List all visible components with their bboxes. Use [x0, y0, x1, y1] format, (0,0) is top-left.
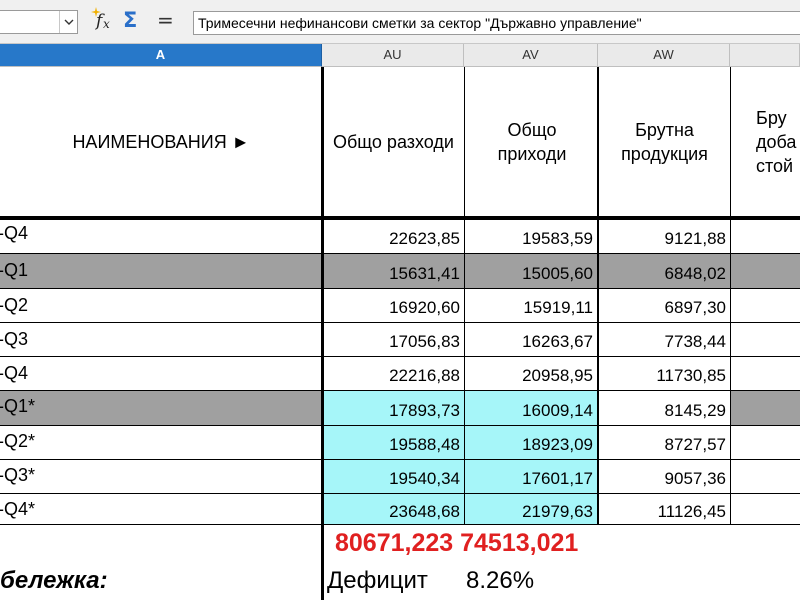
header-output-cell[interactable]: Брутна продукция	[599, 67, 730, 217]
header-revenue-cell[interactable]: Общо приходи	[466, 67, 598, 217]
row-label[interactable]: 3-Q3	[0, 323, 288, 355]
header-value-added-line1: Бру	[756, 108, 787, 128]
table-row[interactable]: 2-Q422623,8519583,599121,88	[0, 220, 800, 254]
row-label[interactable]: 3-Q1	[0, 254, 288, 287]
column-divider	[321, 67, 324, 600]
row-label[interactable]: 4-Q4*	[0, 494, 288, 524]
column-divider	[730, 67, 731, 525]
table-row[interactable]: 4-Q3*19540,3417601,179057,36	[0, 460, 800, 494]
table-row[interactable]: 3-Q115631,4115005,606848,02	[0, 254, 800, 289]
column-header-au[interactable]: AU	[322, 44, 464, 67]
column-header-aw[interactable]: AW	[598, 44, 730, 67]
column-header-av[interactable]: AV	[464, 44, 598, 67]
deficit-label[interactable]: Дефицит	[327, 567, 428, 595]
header-names-label: НАИМЕНОВАНИЯ ►	[72, 132, 250, 152]
totals-value[interactable]: 80671,223 74513,021	[335, 529, 578, 558]
header-expenditure-cell[interactable]: Общо разходи	[323, 67, 464, 217]
row-label[interactable]: 2-Q4	[0, 220, 288, 246]
function-wizard-icon[interactable]: fx	[91, 7, 114, 33]
formula-input[interactable]: Тримесечни нефинансови сметки за сектор …	[193, 11, 800, 35]
header-revenue-line1: Общо	[507, 120, 557, 140]
table-row[interactable]: 4-Q1*17893,7316009,148145,29	[0, 391, 800, 426]
header-names-cell[interactable]: НАИМЕНОВАНИЯ ►	[0, 67, 322, 217]
row-label[interactable]: 4-Q3*	[0, 460, 288, 490]
deficit-value[interactable]: 8.26%	[466, 567, 534, 595]
formula-bar: fx Σ = Тримесечни нефинансови сметки за …	[0, 0, 800, 44]
header-output-line2: продукция	[621, 144, 708, 164]
table-row[interactable]: 4-Q2*19588,4818923,098727,57	[0, 426, 800, 460]
spreadsheet-grid: НАИМЕНОВАНИЯ ► Общо разходи Общо приходи…	[0, 67, 800, 600]
header-value-added-line3: стой	[756, 156, 794, 176]
row-border	[0, 524, 800, 525]
row-highlight	[731, 391, 800, 426]
table-row[interactable]: 3-Q317056,8316263,677738,44	[0, 323, 800, 357]
formula-equals-icon[interactable]: =	[157, 8, 175, 34]
column-divider	[464, 67, 465, 525]
column-divider	[597, 67, 599, 525]
header-value-added-line2: доба	[756, 132, 797, 152]
name-box[interactable]	[0, 10, 78, 34]
column-header-ax[interactable]	[730, 44, 800, 67]
sum-icon[interactable]: Σ	[123, 8, 143, 34]
table-row[interactable]: 4-Q4*23648,6821979,6311126,45	[0, 494, 800, 525]
row-label[interactable]: 4-Q1*	[0, 391, 288, 421]
header-expenditure-label: Общо разходи	[333, 132, 454, 152]
note-label[interactable]: бележка:	[0, 567, 108, 595]
table-row[interactable]: 3-Q216920,6015919,116897,30	[0, 289, 800, 323]
header-output-line1: Брутна	[635, 120, 694, 140]
chevron-down-icon[interactable]	[59, 11, 77, 33]
row-label[interactable]: 3-Q4	[0, 357, 288, 389]
column-header-a[interactable]: A	[0, 44, 322, 67]
row-label[interactable]: 4-Q2*	[0, 426, 288, 456]
table-row[interactable]: 3-Q422216,8820958,9511730,85	[0, 357, 800, 391]
header-revenue-line2: приходи	[497, 144, 567, 164]
row-label[interactable]: 3-Q2	[0, 289, 288, 321]
header-value-added-cell[interactable]: Бру доба стой	[732, 67, 800, 217]
